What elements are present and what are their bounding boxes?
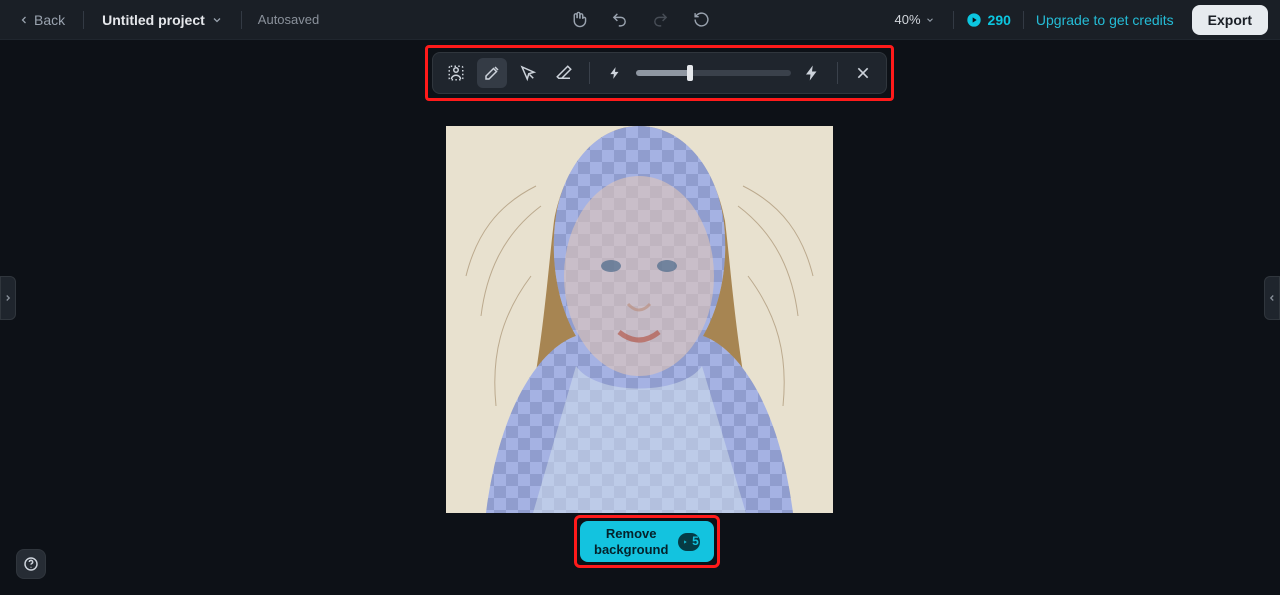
select-subject-icon — [447, 64, 465, 82]
divider — [83, 11, 84, 29]
canvas-controls — [566, 7, 714, 32]
back-button[interactable]: Back — [12, 8, 71, 32]
chevron-right-icon — [3, 293, 13, 303]
help-icon — [23, 556, 39, 572]
credits-coin-icon — [680, 537, 690, 547]
autosaved-label: Autosaved — [258, 12, 319, 27]
refresh-icon — [693, 11, 710, 28]
canvas-image[interactable] — [446, 126, 833, 513]
upgrade-link[interactable]: Upgrade to get credits — [1036, 12, 1174, 28]
eraser-icon — [555, 64, 573, 82]
magic-select-tool[interactable] — [513, 58, 543, 88]
zoom-value: 40% — [895, 12, 921, 27]
divider — [837, 62, 838, 84]
chevron-left-icon — [18, 14, 30, 26]
close-icon — [855, 65, 871, 81]
left-panel-handle[interactable] — [0, 276, 16, 320]
credits-value: 290 — [988, 12, 1011, 28]
credits-cost-value: 5 — [692, 534, 699, 548]
credits-coin-icon — [966, 12, 982, 28]
pan-tool-button[interactable] — [566, 7, 591, 32]
brush-size-slider[interactable] — [636, 70, 791, 76]
bolt-icon — [803, 64, 821, 82]
divider — [241, 11, 242, 29]
divider — [589, 62, 590, 84]
export-button[interactable]: Export — [1192, 5, 1268, 35]
slider-fill — [636, 70, 690, 76]
redo-button — [648, 7, 673, 32]
hand-icon — [570, 11, 587, 28]
remove-bg-highlight: Remove background 5 — [574, 515, 720, 568]
slider-thumb[interactable] — [687, 65, 693, 81]
credits-balance[interactable]: 290 — [966, 12, 1011, 28]
undo-icon — [611, 11, 628, 28]
help-button[interactable] — [16, 549, 46, 579]
remove-background-button[interactable]: Remove background 5 — [580, 521, 714, 562]
redo-icon — [652, 11, 669, 28]
edit-toolbar — [432, 52, 887, 94]
chevron-left-icon — [1267, 293, 1277, 303]
magic-select-icon — [519, 64, 537, 82]
remove-bg-line1: Remove — [594, 526, 668, 542]
chevron-down-icon — [211, 14, 223, 26]
right-panel-handle[interactable] — [1264, 276, 1280, 320]
app-topbar: Back Untitled project Autosaved 40% 290 … — [0, 0, 1280, 40]
project-name-dropdown[interactable]: Untitled project — [96, 8, 229, 32]
eraser-tool[interactable] — [549, 58, 579, 88]
bolt-small-icon — [608, 66, 622, 80]
divider — [953, 11, 954, 29]
reset-button[interactable] — [689, 7, 714, 32]
chevron-down-icon — [925, 15, 935, 25]
brush-icon — [483, 64, 501, 82]
undo-button[interactable] — [607, 7, 632, 32]
portrait-render — [446, 126, 833, 513]
credits-cost-badge: 5 — [678, 533, 700, 551]
divider — [1023, 11, 1024, 29]
back-label: Back — [34, 12, 65, 28]
project-name-label: Untitled project — [102, 12, 205, 28]
softness-up-button[interactable] — [797, 58, 827, 88]
softness-down-button[interactable] — [600, 58, 630, 88]
remove-bg-line2: background — [594, 542, 668, 558]
brush-tool[interactable] — [477, 58, 507, 88]
select-subject-tool[interactable] — [441, 58, 471, 88]
edit-toolbar-highlight — [425, 45, 894, 101]
zoom-dropdown[interactable]: 40% — [895, 12, 935, 27]
close-toolbar-button[interactable] — [848, 58, 878, 88]
